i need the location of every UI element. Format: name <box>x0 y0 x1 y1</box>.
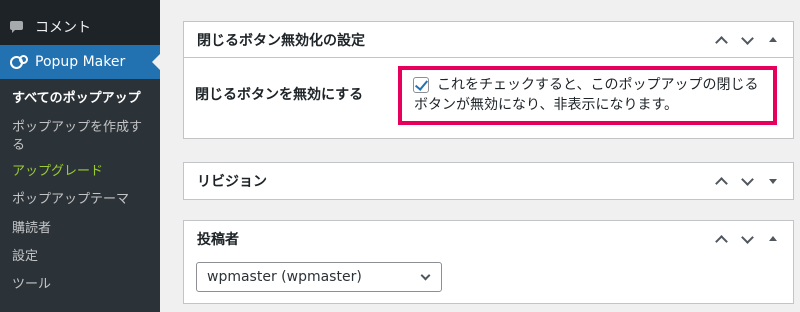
close-button-settings-header: 閉じるボタン無効化の設定 <box>184 22 793 58</box>
chevron-up-icon[interactable] <box>713 32 729 48</box>
revision-header[interactable]: リビジョン <box>184 163 793 199</box>
submenu-item-create-popup-cont[interactable]: る <box>12 137 152 155</box>
comment-icon <box>10 20 24 34</box>
submenu-item-subscribers[interactable]: 購読者 <box>12 220 152 238</box>
menu-item-comments-label: コメント <box>35 20 91 36</box>
submenu-item-settings[interactable]: 設定 <box>12 248 152 266</box>
chevron-down-icon[interactable] <box>739 32 755 48</box>
select-caret-icon <box>420 270 431 281</box>
submenu-item-popup-themes[interactable]: ポップアップテーマ <box>12 191 152 209</box>
panel-controls <box>713 163 781 199</box>
menu-item-comments[interactable]: コメント <box>0 10 160 44</box>
menu-item-popup-maker-label: Popup Maker <box>35 54 126 70</box>
panel-controls <box>713 221 781 257</box>
chevron-up-icon[interactable] <box>713 231 729 247</box>
panel-controls <box>713 22 781 58</box>
close-button-settings-title: 閉じるボタン無効化の設定 <box>197 32 365 49</box>
revision-panel: リビジョン <box>183 162 794 200</box>
triangle-up-icon[interactable] <box>765 32 781 48</box>
triangle-down-icon[interactable] <box>765 173 781 189</box>
submenu-item-tools[interactable]: ツール <box>12 276 152 294</box>
submenu-item-create-popup[interactable]: ポップアップを作成す <box>12 119 152 137</box>
popup-maker-icon <box>9 55 28 69</box>
author-select-value: wpmaster (wpmaster) <box>207 269 362 285</box>
chevron-down-icon[interactable] <box>739 231 755 247</box>
active-menu-pointer <box>152 54 160 70</box>
menu-item-popup-maker[interactable]: Popup Maker <box>0 45 160 79</box>
submenu-item-upgrade[interactable]: アップグレード <box>12 163 152 181</box>
author-select[interactable]: wpmaster (wpmaster) <box>196 262 442 292</box>
chevron-down-icon[interactable] <box>739 173 755 189</box>
author-header: 投稿者 <box>184 221 793 257</box>
submenu-item-all-popups[interactable]: すべてのポップアップ <box>12 90 152 108</box>
popup-maker-submenu: すべてのポップアップ ポップアップを作成す る アップグレード ポップアップテー… <box>0 79 160 312</box>
author-title: 投稿者 <box>197 232 239 248</box>
triangle-up-icon[interactable] <box>765 231 781 247</box>
chevron-up-icon[interactable] <box>713 173 729 189</box>
revision-title: リビジョン <box>197 174 267 190</box>
admin-sidebar: コメント Popup Maker すべてのポップアップ ポップアップを作成す る… <box>0 0 160 312</box>
disable-close-description: これをチェックすると、このポップアップの閉じるボタンが無効になり、非表示になりま… <box>414 77 759 113</box>
disable-close-button-label: 閉じるボタンを無効にする <box>195 87 364 103</box>
